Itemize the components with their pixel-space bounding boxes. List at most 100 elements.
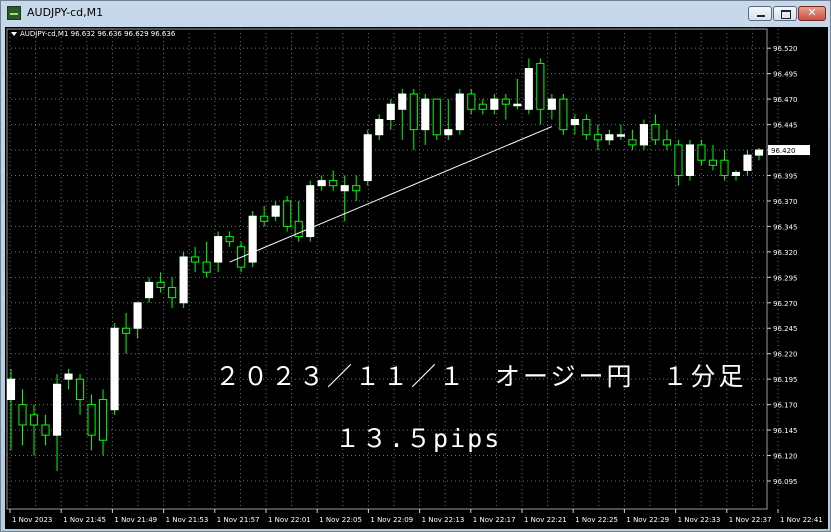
- x-tick-label: 1 Nov 22:09: [370, 516, 413, 524]
- candle-body: [168, 287, 177, 299]
- candle-body: [455, 93, 464, 131]
- annotation-pips: １３.５pips: [335, 424, 502, 453]
- candle-body: [628, 139, 637, 146]
- x-tick-label: 1 Nov 22:33: [678, 516, 721, 524]
- candle-body: [478, 103, 487, 110]
- x-tick-label: 1 Nov 21:49: [114, 516, 157, 524]
- maximize-button[interactable]: [773, 6, 797, 21]
- candle-body: [87, 404, 96, 436]
- candle-body: [731, 171, 741, 176]
- candle-body: [536, 62, 545, 110]
- candle-body: [122, 327, 131, 334]
- candle-body: [685, 144, 695, 176]
- candle-body: [214, 236, 223, 263]
- candle-body: [639, 124, 648, 146]
- candle-body: [651, 124, 660, 141]
- candle-body: [64, 373, 73, 380]
- candle-body: [616, 134, 625, 137]
- candle-body: [52, 383, 62, 436]
- y-tick-label: 96.445: [773, 122, 798, 130]
- candle-body: [202, 261, 211, 273]
- candle-body: [662, 139, 672, 146]
- candle-body: [191, 256, 200, 263]
- candle-body: [156, 281, 165, 289]
- y-tick-label: 96.245: [773, 325, 798, 333]
- candle-body: [6, 378, 16, 401]
- candle-body: [329, 180, 338, 187]
- candle-body: [110, 327, 119, 411]
- minimize-button[interactable]: [748, 6, 772, 21]
- candle-body: [18, 404, 27, 426]
- y-tick-label: 96.470: [773, 96, 798, 104]
- candle-body: [363, 134, 372, 182]
- candle-body: [248, 215, 257, 263]
- candle-body: [283, 200, 292, 227]
- candle-body: [41, 424, 50, 436]
- dropdown-triangle-icon: [11, 32, 17, 36]
- candle-body: [386, 103, 395, 120]
- candle-body: [513, 103, 522, 107]
- y-tick-label: 96.195: [773, 376, 798, 384]
- chart-area[interactable]: 96.520 96.495 96.470 96.445 96.420 96.395 96.3…: [5, 27, 828, 529]
- candle-body: [524, 68, 533, 110]
- candle-body: [501, 98, 510, 105]
- candle-body: [317, 180, 326, 187]
- y-tick-label: 96.145: [773, 427, 798, 435]
- candle-body: [340, 185, 349, 192]
- x-tick-label: 1 Nov 22:21: [524, 516, 567, 524]
- x-tick-label: 1 Nov 21:45: [63, 516, 106, 524]
- candle-body: [421, 98, 430, 131]
- candle-body: [409, 93, 418, 131]
- candle-body: [432, 98, 441, 136]
- ohlc-info-line: AUDJPY-cd,M1 96.632 96.636 96.629 96.636: [11, 30, 175, 38]
- candle-body: [570, 118, 579, 126]
- candle-body: [559, 98, 568, 131]
- x-tick-label: 1 Nov 22:05: [319, 516, 362, 524]
- y-tick-label: 96.345: [773, 223, 798, 231]
- candle-body: [145, 281, 154, 299]
- close-button[interactable]: ✕: [798, 6, 826, 21]
- title-bar[interactable]: AUDJPY-cd,M1 ✕: [1, 1, 830, 27]
- candle-body: [444, 129, 453, 136]
- candle-body: [674, 144, 683, 176]
- window-title: AUDJPY-cd,M1: [27, 6, 104, 19]
- chart-window: AUDJPY-cd,M1 ✕ 96.520 96.495 96.470 96.445 9…: [0, 0, 831, 532]
- x-tick-label: 1 Nov 22:25: [575, 516, 618, 524]
- candle-body: [29, 414, 39, 426]
- current-price-label: 96.420: [771, 147, 796, 155]
- y-tick-label: 96.395: [773, 172, 798, 180]
- x-tick-label: 1 Nov 2023: [12, 516, 52, 524]
- candle-body: [271, 205, 280, 217]
- x-tick-label: 1 Nov 22:17: [473, 516, 516, 524]
- close-icon: ✕: [807, 6, 817, 19]
- x-tick-label: 1 Nov 22:37: [729, 516, 772, 524]
- candle-body: [582, 118, 591, 136]
- y-tick-label: 96.095: [773, 478, 798, 486]
- ohlc-info-text: AUDJPY-cd,M1 96.632 96.636 96.629 96.636: [20, 30, 176, 38]
- y-tick-label: 96.220: [773, 351, 798, 359]
- candle-body: [179, 256, 188, 304]
- y-tick-label: 96.320: [773, 249, 798, 257]
- candle-body: [720, 159, 729, 176]
- candle-body: [352, 185, 361, 192]
- y-tick-label: 96.120: [773, 453, 798, 461]
- trendline[interactable]: [229, 126, 553, 263]
- candle-body: [75, 378, 85, 401]
- candle-body: [593, 134, 602, 141]
- candle-body: [398, 93, 407, 110]
- candle-body: [490, 98, 499, 110]
- candle-body: [754, 149, 764, 156]
- y-tick-label: 96.170: [773, 402, 798, 410]
- x-tick-label: 1 Nov 22:29: [626, 516, 669, 524]
- candle-body: [708, 159, 718, 166]
- y-tick-label: 96.370: [773, 198, 798, 206]
- y-tick-label: 96.270: [773, 300, 798, 308]
- candle-body: [605, 134, 614, 141]
- chart-app-icon: [7, 6, 21, 20]
- x-tick-label: 1 Nov 22:01: [268, 516, 311, 524]
- annotation-title: ２０２３／１１／１ オージー円 １分足: [215, 362, 747, 391]
- candle-body: [697, 144, 706, 161]
- candle-body: [743, 154, 752, 171]
- y-tick-label: 96.495: [773, 71, 798, 79]
- y-tick-label: 96.520: [773, 45, 798, 53]
